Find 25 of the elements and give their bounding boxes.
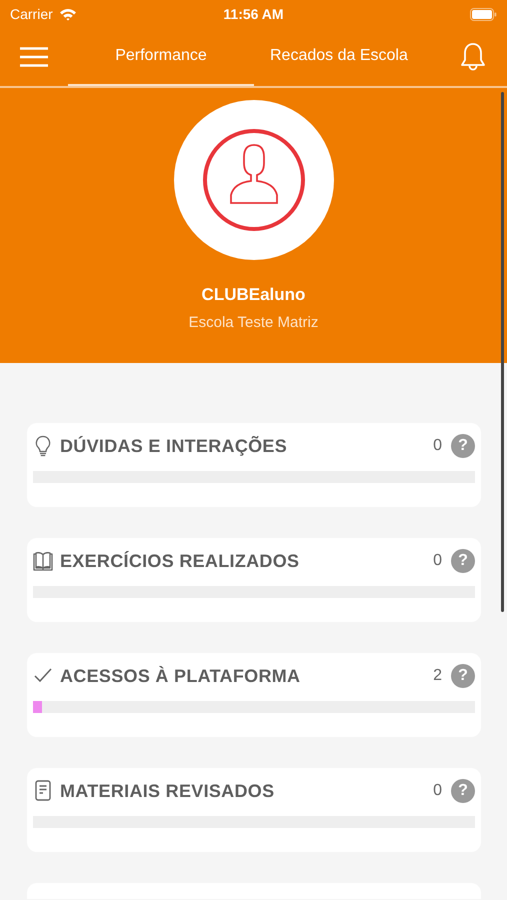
tab[interactable]: Performance xyxy=(68,28,254,86)
count: 2 xyxy=(433,667,442,685)
wifi-icon xyxy=(58,8,77,20)
help-button[interactable]: ? xyxy=(451,779,475,803)
help-button[interactable]: ? xyxy=(451,434,475,458)
user-name: CLUBEaluno xyxy=(202,285,306,305)
card-title: DÚVIDAS E INTERAÇÕES xyxy=(60,436,288,456)
lightbulb-icon xyxy=(33,435,53,457)
book-icon xyxy=(33,550,53,572)
help-button[interactable]: ? xyxy=(451,549,475,573)
card-title: ACESSOS À PLATAFORMA xyxy=(60,666,302,686)
card-title: EXERCÍCIOS REALIZADOS xyxy=(60,550,300,572)
school-name: Escola Teste Matriz xyxy=(188,314,318,331)
help-button[interactable]: ? xyxy=(451,664,475,688)
tab[interactable]: Recados da Escola xyxy=(254,28,424,86)
card-title: MATERIAIS REVISADOS xyxy=(60,780,276,802)
menu-icon[interactable] xyxy=(20,47,48,67)
clock-time: 11:56 AM xyxy=(223,6,284,22)
carrier-label: Carrier xyxy=(10,6,53,22)
bell-icon[interactable] xyxy=(459,42,487,72)
battery-icon xyxy=(470,8,497,20)
count: 0 xyxy=(433,437,442,455)
document-icon xyxy=(33,780,53,802)
count: 0 xyxy=(433,782,442,800)
count: 0 xyxy=(433,552,442,570)
